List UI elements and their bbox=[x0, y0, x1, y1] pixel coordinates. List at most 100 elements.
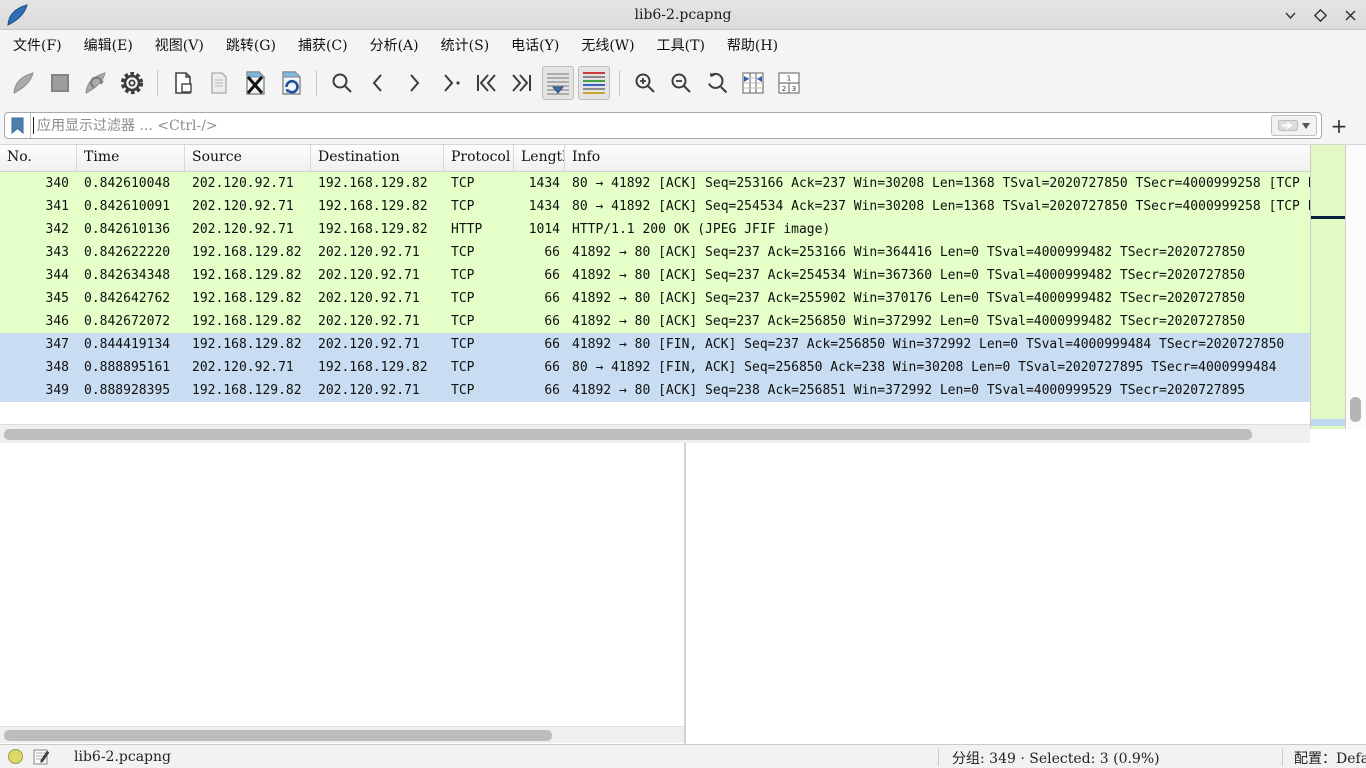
auto-scroll-toggle[interactable] bbox=[542, 66, 574, 100]
go-back-button[interactable] bbox=[362, 66, 394, 100]
svg-text:3: 3 bbox=[792, 85, 796, 93]
restart-capture-button[interactable] bbox=[80, 66, 112, 100]
packet-row[interactable]: 344 0.842634348 192.168.129.82 202.120.9… bbox=[0, 264, 1310, 287]
layout-button[interactable]: 1 2 3 bbox=[773, 66, 805, 100]
find-packet-button[interactable] bbox=[326, 66, 358, 100]
packet-row[interactable]: 343 0.842622220 192.168.129.82 202.120.9… bbox=[0, 241, 1310, 264]
packet-row[interactable]: 340 0.842610048 202.120.92.71 192.168.12… bbox=[0, 172, 1310, 195]
cell-time: 0.842634348 bbox=[77, 268, 185, 283]
packet-list-hscrollbar-thumb[interactable] bbox=[4, 429, 1252, 440]
capture-options-button[interactable] bbox=[116, 66, 148, 100]
add-filter-button[interactable]: + bbox=[1326, 112, 1352, 139]
lower-panes bbox=[0, 443, 1366, 744]
search-icon bbox=[330, 71, 354, 95]
menu-statistics[interactable]: 统计(S) bbox=[430, 31, 501, 59]
menu-capture[interactable]: 捕获(C) bbox=[287, 31, 359, 59]
vertical-scrollbar[interactable] bbox=[1346, 145, 1366, 429]
packet-list-hscrollbar[interactable] bbox=[0, 424, 1310, 443]
column-header-protocol[interactable]: Protocol bbox=[444, 145, 514, 171]
cell-destination: 202.120.92.71 bbox=[311, 268, 444, 283]
column-header-no[interactable]: No. bbox=[0, 145, 77, 171]
display-filter-input[interactable] bbox=[34, 113, 1271, 138]
packet-row[interactable]: 341 0.842610091 202.120.92.71 192.168.12… bbox=[0, 195, 1310, 218]
packet-row[interactable]: 346 0.842672072 192.168.129.82 202.120.9… bbox=[0, 310, 1310, 333]
intelligent-scrollbar-minimap[interactable] bbox=[1310, 145, 1346, 429]
packet-row[interactable]: 342 0.842610136 202.120.92.71 192.168.12… bbox=[0, 218, 1310, 241]
cell-source: 192.168.129.82 bbox=[185, 314, 311, 329]
capture-comment-icon[interactable] bbox=[33, 748, 50, 765]
column-header-time[interactable]: Time bbox=[77, 145, 185, 171]
close-file-button[interactable] bbox=[239, 66, 271, 100]
resize-columns-button[interactable] bbox=[737, 66, 769, 100]
svg-text:2: 2 bbox=[782, 85, 786, 93]
close-button[interactable] bbox=[1342, 7, 1358, 23]
save-file-icon bbox=[207, 71, 231, 95]
cell-destination: 192.168.129.82 bbox=[311, 360, 444, 375]
menu-wireless[interactable]: 无线(W) bbox=[570, 31, 645, 59]
menu-tools[interactable]: 工具(T) bbox=[646, 31, 716, 59]
start-capture-button[interactable] bbox=[8, 66, 40, 100]
apply-arrow-icon bbox=[1278, 120, 1298, 131]
cell-length: 66 bbox=[514, 360, 565, 375]
filter-bookmark-button[interactable] bbox=[5, 113, 31, 138]
minimize-button[interactable] bbox=[1282, 7, 1298, 23]
column-header-length[interactable]: Length bbox=[514, 145, 565, 171]
minimap-selected-mark bbox=[1311, 419, 1345, 426]
zoom-out-button[interactable] bbox=[665, 66, 697, 100]
dropdown-caret-icon bbox=[1302, 123, 1310, 129]
maximize-button[interactable] bbox=[1312, 7, 1328, 23]
cell-source: 202.120.92.71 bbox=[185, 360, 311, 375]
packet-row[interactable]: 348 0.888895161 202.120.92.71 192.168.12… bbox=[0, 356, 1310, 379]
cell-destination: 192.168.129.82 bbox=[311, 222, 444, 237]
cell-protocol: TCP bbox=[444, 314, 514, 329]
menu-go[interactable]: 跳转(G) bbox=[215, 31, 287, 59]
bookmark-icon bbox=[11, 117, 24, 134]
colorize-toggle[interactable] bbox=[578, 66, 610, 100]
zoom-in-button[interactable] bbox=[629, 66, 661, 100]
menu-edit[interactable]: 编辑(E) bbox=[73, 31, 144, 59]
column-header-destination[interactable]: Destination bbox=[311, 145, 444, 171]
status-profile[interactable]: 配置：Default bbox=[1294, 748, 1366, 768]
menu-file[interactable]: 文件(F) bbox=[2, 31, 73, 59]
save-file-button[interactable] bbox=[203, 66, 235, 100]
menu-help[interactable]: 帮助(H) bbox=[716, 31, 789, 59]
zoom-reset-button[interactable] bbox=[701, 66, 733, 100]
open-file-button[interactable] bbox=[167, 66, 199, 100]
cell-time: 0.842642762 bbox=[77, 291, 185, 306]
packet-row[interactable]: 347 0.844419134 192.168.129.82 202.120.9… bbox=[0, 333, 1310, 356]
details-hscrollbar-thumb[interactable] bbox=[4, 730, 552, 741]
menu-view[interactable]: 视图(V) bbox=[144, 31, 215, 59]
go-first-packet-button[interactable] bbox=[470, 66, 502, 100]
gear-icon bbox=[119, 70, 145, 96]
cell-no: 342 bbox=[0, 222, 77, 237]
cell-destination: 192.168.129.82 bbox=[311, 199, 444, 214]
column-header-info[interactable]: Info bbox=[565, 145, 1310, 171]
menu-analyze[interactable]: 分析(A) bbox=[359, 31, 430, 59]
menu-telephony[interactable]: 电话(Y) bbox=[500, 31, 570, 59]
cell-protocol: TCP bbox=[444, 291, 514, 306]
display-filter-field[interactable] bbox=[4, 112, 1322, 139]
cell-no: 341 bbox=[0, 199, 77, 214]
packet-bytes-pane[interactable] bbox=[686, 443, 1366, 744]
cell-length: 1434 bbox=[514, 176, 565, 191]
vertical-scrollbar-thumb[interactable] bbox=[1350, 397, 1361, 422]
expert-info-icon[interactable] bbox=[8, 749, 23, 764]
packet-row[interactable]: 345 0.842642762 192.168.129.82 202.120.9… bbox=[0, 287, 1310, 310]
column-header-source[interactable]: Source bbox=[185, 145, 311, 171]
cell-time: 0.888895161 bbox=[77, 360, 185, 375]
details-hscrollbar[interactable] bbox=[0, 726, 684, 743]
packet-row[interactable]: 349 0.888928395 192.168.129.82 202.120.9… bbox=[0, 379, 1310, 402]
stop-capture-button[interactable] bbox=[44, 66, 76, 100]
apply-filter-button[interactable] bbox=[1271, 115, 1317, 136]
cell-protocol: TCP bbox=[444, 245, 514, 260]
cell-protocol: HTTP bbox=[444, 222, 514, 237]
go-to-packet-button[interactable] bbox=[434, 66, 466, 100]
packet-details-pane[interactable] bbox=[0, 443, 684, 744]
reload-file-button[interactable] bbox=[275, 66, 307, 100]
cell-time: 0.842672072 bbox=[77, 314, 185, 329]
layout-panes-icon: 1 2 3 bbox=[776, 71, 802, 95]
go-last-packet-button[interactable] bbox=[506, 66, 538, 100]
go-forward-button[interactable] bbox=[398, 66, 430, 100]
packet-list-header: No. Time Source Destination Protocol Len… bbox=[0, 145, 1310, 172]
cell-no: 345 bbox=[0, 291, 77, 306]
